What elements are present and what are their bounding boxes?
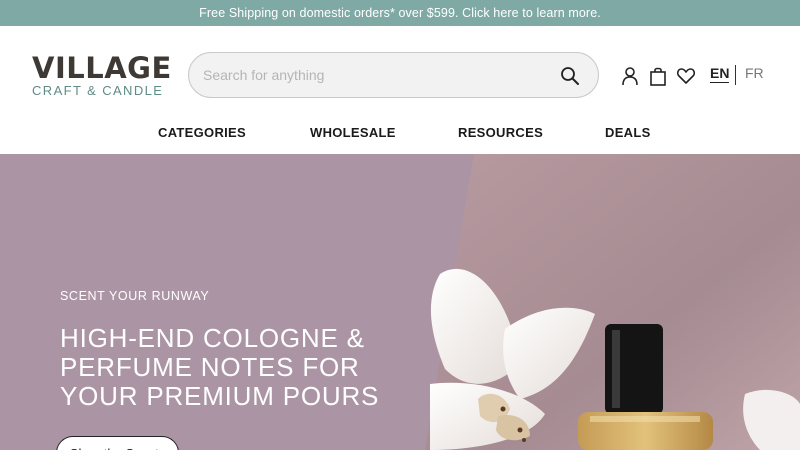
promo-banner[interactable]: Free Shipping on domestic orders* over $… [0, 0, 800, 26]
site-header: VILLAGE CRAFT & CANDLE EN FR CATEGORIES … [0, 26, 800, 154]
brand-logo[interactable]: VILLAGE CRAFT & CANDLE [32, 51, 172, 98]
shop-the-scents-button[interactable]: Shop the Scents [56, 436, 179, 450]
language-en[interactable]: EN [710, 65, 730, 83]
search-icon[interactable] [560, 66, 580, 86]
hero-title: HIGH-END COLOGNE & PERFUME NOTES FOR YOU… [60, 323, 380, 411]
language-fr[interactable]: FR [745, 65, 764, 81]
search-input[interactable] [203, 53, 543, 97]
hero-banner: SCENT YOUR RUNWAY HIGH-END COLOGNE & PER… [0, 154, 800, 450]
nav-wholesale[interactable]: WHOLESALE [310, 125, 396, 140]
language-divider [735, 65, 736, 85]
nav-deals[interactable]: DEALS [605, 125, 651, 140]
brand-tagline: CRAFT & CANDLE [32, 83, 164, 98]
hero-eyebrow: SCENT YOUR RUNWAY [60, 289, 210, 303]
promo-text[interactable]: Free Shipping on domestic orders* over $… [199, 6, 601, 20]
nav-resources[interactable]: RESOURCES [458, 125, 543, 140]
user-icon[interactable] [620, 66, 640, 86]
brand-name: VILLAGE [32, 51, 172, 85]
nav-categories[interactable]: CATEGORIES [158, 125, 246, 140]
search-bar [188, 52, 599, 98]
shopping-bag-icon[interactable] [648, 66, 668, 86]
heart-icon[interactable] [676, 66, 696, 86]
